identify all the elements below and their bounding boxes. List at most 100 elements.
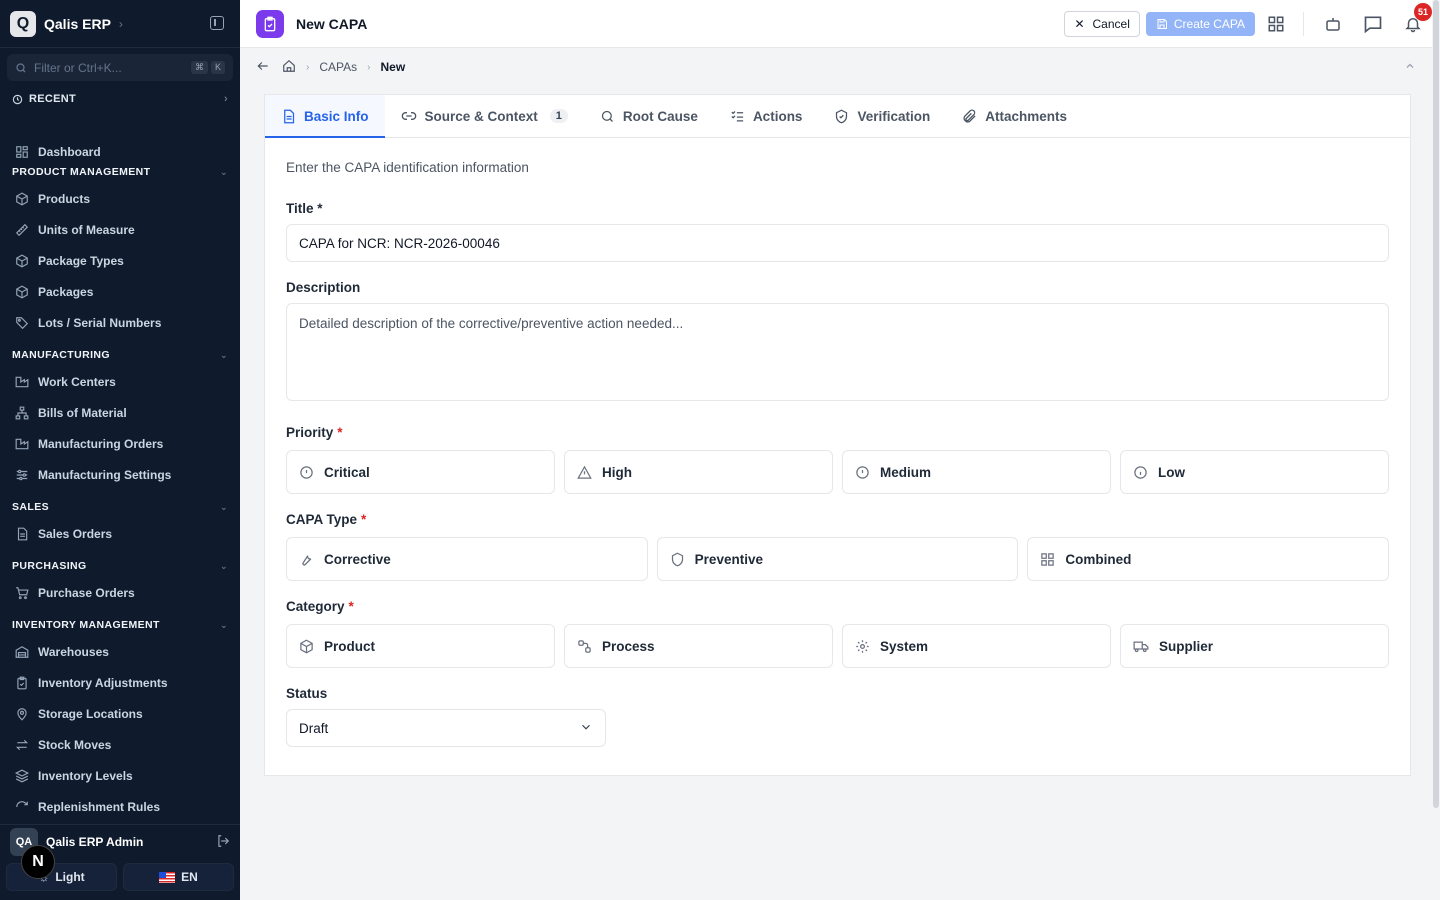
brand-logo: Q — [10, 10, 36, 37]
home-icon[interactable] — [282, 59, 296, 76]
cart-icon — [14, 585, 30, 601]
priority-option-critical[interactable]: Critical — [286, 450, 555, 494]
priority-option-low[interactable]: Low — [1120, 450, 1389, 494]
category-option-product[interactable]: Product — [286, 624, 555, 668]
wrench-icon — [302, 554, 312, 565]
sidebar-item-lots-serial[interactable]: Lots / Serial Numbers — [0, 307, 240, 338]
box-icon — [14, 284, 30, 300]
hierarchy-icon — [14, 405, 30, 421]
sidebar-item-inventory-levels[interactable]: Inventory Levels — [0, 760, 240, 791]
top-header: New CAPA ✕ Cancel Create CAPA 51 — [240, 0, 1440, 48]
description-label: Description — [286, 280, 361, 295]
dashboard-icon — [14, 144, 30, 160]
shield-icon — [671, 552, 683, 566]
document-icon — [14, 526, 30, 542]
clipboard-check-icon — [14, 675, 30, 691]
tab-source-context[interactable]: Source & Context 1 — [385, 95, 584, 137]
title-input[interactable]: CAPA for NCR: NCR-2026-00046 — [286, 224, 1389, 262]
bot-icon[interactable] — [1322, 13, 1344, 35]
chevron-right-icon: › — [224, 93, 228, 105]
tab-basic-info[interactable]: Basic Info — [265, 95, 385, 138]
sidebar-toggle-icon[interactable] — [210, 16, 224, 30]
sidebar-item-products[interactable]: Products — [0, 183, 240, 214]
back-arrow-icon[interactable] — [256, 59, 270, 76]
header-divider — [1303, 11, 1304, 36]
tab-attachments[interactable]: Attachments — [946, 95, 1083, 137]
description-textarea[interactable]: Detailed description of the corrective/p… — [286, 303, 1389, 401]
sidebar-filter-input[interactable]: Filter or Ctrl+K... ⌘ K — [7, 54, 233, 81]
sidebar-item-stock-moves[interactable]: Stock Moves — [0, 729, 240, 760]
chevron-down-icon — [579, 720, 593, 737]
sidebar-item-purchase-orders[interactable]: Purchase Orders — [0, 577, 240, 608]
section-purchasing[interactable]: PURCHASING ⌄ — [0, 555, 240, 577]
scrollbar-thumb[interactable] — [1433, 0, 1439, 808]
section-sales[interactable]: SALES ⌄ — [0, 496, 240, 518]
cancel-button[interactable]: ✕ Cancel — [1064, 10, 1140, 37]
ruler-icon — [14, 222, 30, 238]
chevron-down-icon: ⌄ — [220, 619, 228, 630]
chevron-right-icon: › — [367, 61, 371, 73]
recent-section[interactable]: RECENT › — [0, 89, 240, 109]
sidebar-item-sales-orders[interactable]: Sales Orders — [0, 518, 240, 549]
chat-icon[interactable] — [1362, 13, 1384, 35]
create-capa-button[interactable]: Create CAPA — [1145, 11, 1255, 36]
sidebar-item-storage-locations[interactable]: Storage Locations — [0, 698, 240, 729]
factory-icon — [14, 374, 30, 390]
form-tabs: Basic Info Source & Context 1 Root Cause… — [265, 95, 1410, 138]
category-option-supplier[interactable]: Supplier — [1120, 624, 1389, 668]
priority-options: Critical High Medium Low — [286, 450, 1389, 494]
sidebar-item-warehouses[interactable]: Warehouses — [0, 636, 240, 667]
box-icon — [300, 639, 313, 653]
sidebar-item-inventory-adjustments[interactable]: Inventory Adjustments — [0, 667, 240, 698]
priority-option-high[interactable]: High — [564, 450, 833, 494]
arrows-exchange-icon — [14, 737, 30, 753]
section-manufacturing[interactable]: MANUFACTURING ⌄ — [0, 344, 240, 366]
chevron-down-icon: ⌄ — [220, 560, 228, 571]
factory-icon — [14, 436, 30, 452]
sidebar-item-packages[interactable]: Packages — [0, 276, 240, 307]
status-select[interactable]: Draft — [286, 709, 606, 747]
sidebar-item-units-of-measure[interactable]: Units of Measure — [0, 214, 240, 245]
sidebar-item-work-centers[interactable]: Work Centers — [0, 366, 240, 397]
section-product-management[interactable]: PRODUCT MANAGEMENT ⌄ — [0, 161, 240, 183]
sidebar-item-manufacturing-settings[interactable]: Manufacturing Settings — [0, 459, 240, 490]
save-icon — [1157, 18, 1167, 29]
priority-label: Priority * — [286, 425, 343, 440]
section-inventory[interactable]: INVENTORY MANAGEMENT ⌄ — [0, 614, 240, 636]
tag-icon — [14, 315, 30, 331]
close-icon: ✕ — [1074, 16, 1085, 31]
workflow-icon — [578, 639, 591, 653]
breadcrumb-current: New — [380, 60, 406, 74]
language-button[interactable]: EN — [123, 863, 234, 891]
map-pin-icon — [14, 706, 30, 722]
tab-actions[interactable]: Actions — [714, 95, 819, 137]
logout-icon[interactable] — [216, 834, 230, 851]
sidebar-item-bom[interactable]: Bills of Material — [0, 397, 240, 428]
brand-name: Qalis ERP — [44, 15, 111, 32]
sidebar-item-manufacturing-orders[interactable]: Manufacturing Orders — [0, 428, 240, 459]
bell-icon[interactable]: 51 — [1402, 2, 1432, 35]
tab-root-cause[interactable]: Root Cause — [584, 95, 714, 137]
clipboard-check-icon — [256, 9, 284, 38]
chevron-up-icon[interactable] — [1404, 60, 1416, 75]
refresh-icon — [14, 799, 30, 815]
box-icon — [14, 191, 30, 207]
list-check-icon — [731, 110, 744, 121]
sidebar-item-replenishment-rules[interactable]: Replenishment Rules — [0, 791, 240, 822]
layers-icon — [14, 768, 30, 784]
file-icon — [284, 109, 295, 123]
type-option-combined[interactable]: Combined — [1027, 537, 1390, 581]
category-option-system[interactable]: System — [842, 624, 1111, 668]
type-option-corrective[interactable]: Corrective — [286, 537, 648, 581]
n-badge-icon[interactable]: N — [21, 845, 55, 879]
priority-option-medium[interactable]: Medium — [842, 450, 1111, 494]
tab-verification[interactable]: Verification — [818, 95, 946, 137]
apps-grid-icon[interactable] — [1265, 13, 1287, 35]
type-option-preventive[interactable]: Preventive — [656, 537, 1019, 581]
sidebar-item-package-types[interactable]: Package Types — [0, 245, 240, 276]
category-option-process[interactable]: Process — [564, 624, 833, 668]
filter-placeholder: Filter or Ctrl+K... — [34, 60, 122, 75]
brand[interactable]: Q Qalis ERP › — [0, 0, 240, 48]
breadcrumb-capas[interactable]: CAPAs — [319, 60, 357, 74]
page-scrollbar[interactable] — [1432, 0, 1440, 900]
